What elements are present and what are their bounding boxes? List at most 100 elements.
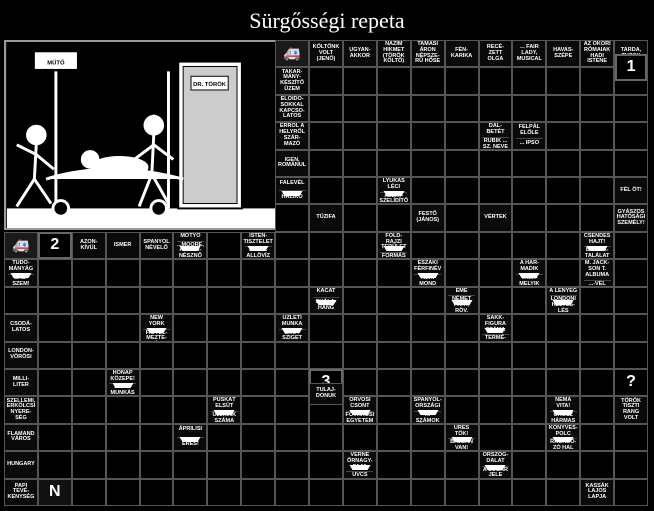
grid-cell[interactable] xyxy=(445,396,479,423)
grid-cell[interactable] xyxy=(546,369,580,396)
grid-cell[interactable] xyxy=(411,479,445,506)
grid-cell[interactable] xyxy=(411,95,445,122)
grid-cell[interactable] xyxy=(275,204,309,231)
grid-cell[interactable] xyxy=(546,259,580,286)
grid-cell[interactable] xyxy=(411,122,445,149)
grid-cell[interactable] xyxy=(309,95,343,122)
grid-cell[interactable] xyxy=(140,342,174,369)
grid-cell[interactable] xyxy=(173,396,207,423)
grid-cell[interactable] xyxy=(411,424,445,451)
grid-cell[interactable] xyxy=(241,369,275,396)
grid-cell[interactable] xyxy=(140,287,174,314)
grid-cell[interactable] xyxy=(546,177,580,204)
grid-cell[interactable] xyxy=(309,424,343,451)
grid-cell[interactable] xyxy=(411,451,445,478)
grid-cell[interactable] xyxy=(241,287,275,314)
grid-cell[interactable] xyxy=(38,396,72,423)
grid-cell[interactable] xyxy=(38,369,72,396)
grid-cell[interactable] xyxy=(275,287,309,314)
grid-cell[interactable] xyxy=(614,287,648,314)
grid-cell[interactable] xyxy=(207,424,241,451)
grid-cell[interactable] xyxy=(241,451,275,478)
grid-cell[interactable] xyxy=(445,150,479,177)
grid-cell[interactable] xyxy=(512,369,546,396)
grid-cell[interactable] xyxy=(445,232,479,259)
grid-cell[interactable] xyxy=(309,67,343,94)
grid-cell[interactable] xyxy=(343,95,377,122)
grid-cell[interactable] xyxy=(343,177,377,204)
grid-cell[interactable] xyxy=(377,67,411,94)
grid-cell[interactable] xyxy=(377,95,411,122)
grid-cell[interactable] xyxy=(72,314,106,341)
grid-cell[interactable] xyxy=(546,479,580,506)
grid-cell[interactable] xyxy=(614,95,648,122)
grid-cell[interactable] xyxy=(479,369,513,396)
grid-cell[interactable] xyxy=(140,259,174,286)
grid-cell[interactable] xyxy=(580,122,614,149)
grid-cell[interactable] xyxy=(343,150,377,177)
grid-cell[interactable] xyxy=(309,150,343,177)
grid-cell[interactable] xyxy=(445,204,479,231)
grid-cell[interactable] xyxy=(411,314,445,341)
grid-cell[interactable] xyxy=(173,451,207,478)
grid-cell[interactable] xyxy=(411,67,445,94)
grid-cell[interactable] xyxy=(512,479,546,506)
grid-cell[interactable] xyxy=(614,424,648,451)
grid-cell[interactable] xyxy=(614,451,648,478)
grid-cell[interactable] xyxy=(207,232,241,259)
grid-cell[interactable] xyxy=(207,479,241,506)
grid-cell[interactable] xyxy=(411,287,445,314)
grid-cell[interactable] xyxy=(207,259,241,286)
grid-cell[interactable] xyxy=(241,479,275,506)
grid-cell[interactable] xyxy=(140,369,174,396)
grid-cell[interactable] xyxy=(241,342,275,369)
grid-cell[interactable] xyxy=(207,287,241,314)
grid-cell[interactable] xyxy=(275,479,309,506)
grid-cell[interactable] xyxy=(445,95,479,122)
grid-cell[interactable] xyxy=(445,259,479,286)
grid-cell[interactable] xyxy=(72,287,106,314)
grid-cell[interactable] xyxy=(309,177,343,204)
grid-cell[interactable] xyxy=(377,204,411,231)
grid-cell[interactable] xyxy=(72,479,106,506)
grid-cell[interactable] xyxy=(275,259,309,286)
grid-cell[interactable] xyxy=(241,396,275,423)
grid-cell[interactable] xyxy=(580,424,614,451)
grid-cell[interactable] xyxy=(72,259,106,286)
grid-cell[interactable] xyxy=(479,342,513,369)
grid-cell[interactable] xyxy=(580,369,614,396)
grid-cell[interactable] xyxy=(241,259,275,286)
grid-cell[interactable] xyxy=(512,150,546,177)
grid-cell[interactable] xyxy=(207,369,241,396)
grid-cell[interactable] xyxy=(445,314,479,341)
grid-cell[interactable] xyxy=(479,424,513,451)
grid-cell[interactable] xyxy=(445,479,479,506)
grid-cell[interactable] xyxy=(173,314,207,341)
grid-cell[interactable] xyxy=(512,204,546,231)
grid-cell[interactable] xyxy=(512,451,546,478)
grid-cell[interactable] xyxy=(512,232,546,259)
grid-cell[interactable] xyxy=(377,314,411,341)
grid-cell[interactable] xyxy=(275,342,309,369)
grid-cell[interactable] xyxy=(377,150,411,177)
grid-cell[interactable] xyxy=(546,122,580,149)
grid-cell[interactable] xyxy=(173,342,207,369)
grid-cell[interactable] xyxy=(445,342,479,369)
grid-cell[interactable] xyxy=(72,424,106,451)
grid-cell[interactable] xyxy=(309,342,343,369)
grid-cell[interactable] xyxy=(38,259,72,286)
grid-cell[interactable] xyxy=(309,314,343,341)
grid-cell[interactable] xyxy=(479,67,513,94)
grid-cell[interactable] xyxy=(207,314,241,341)
grid-cell[interactable] xyxy=(546,232,580,259)
grid-cell[interactable] xyxy=(106,479,140,506)
grid-cell[interactable] xyxy=(343,122,377,149)
grid-cell[interactable] xyxy=(343,424,377,451)
grid-cell[interactable] xyxy=(479,259,513,286)
grid-cell[interactable] xyxy=(343,342,377,369)
grid-cell[interactable] xyxy=(614,259,648,286)
grid-cell[interactable] xyxy=(173,287,207,314)
grid-cell[interactable] xyxy=(479,177,513,204)
grid-cell[interactable] xyxy=(140,451,174,478)
grid-cell[interactable] xyxy=(512,287,546,314)
